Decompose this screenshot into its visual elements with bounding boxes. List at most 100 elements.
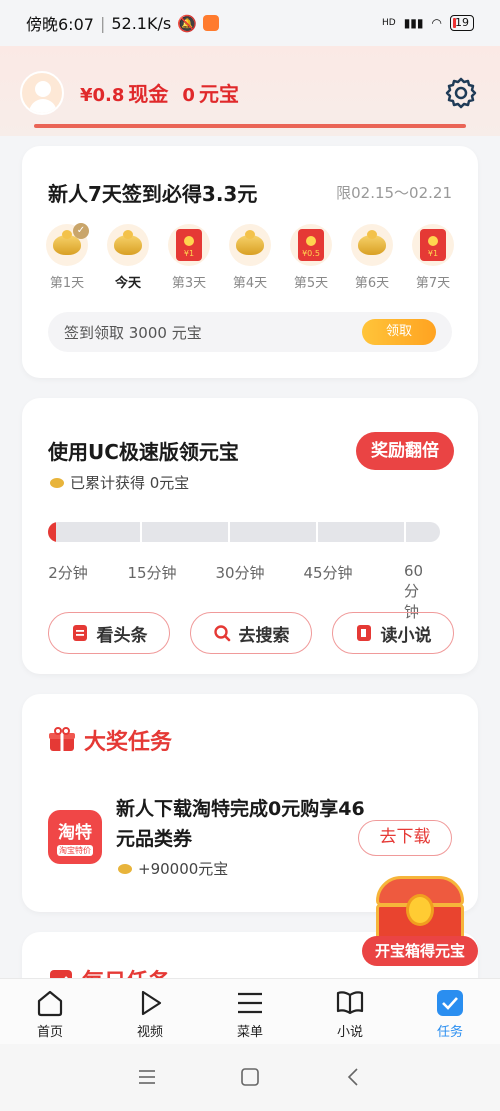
wifi-icon: ◠ [431, 16, 442, 30]
cash-label: 现金 [128, 82, 169, 106]
news-icon [72, 625, 87, 641]
read-news-button[interactable]: 看头条 [48, 612, 170, 654]
signin-day-label: 第7天 [415, 276, 451, 291]
open-chest-button[interactable]: 开宝箱得元宝 [362, 936, 478, 966]
nav-task[interactable]: 任务 [400, 979, 500, 1044]
nav-label: 首页 [36, 1025, 63, 1040]
earned-summary: 已累计获得 0元宝 [50, 472, 189, 493]
signin-day-label: 第5天 [293, 276, 329, 291]
nav-label: 小说 [336, 1025, 363, 1040]
signin-day-label: 第3天 [171, 276, 207, 291]
earned-text: 已累计获得 0元宝 [70, 474, 190, 492]
signal-icon: ▮▮▮ [403, 16, 424, 30]
system-nav-bar [0, 1044, 500, 1111]
ingot-icon [229, 224, 271, 266]
action-label: 读小说 [380, 625, 432, 646]
big-prize-header: 大奖任务 [48, 724, 172, 756]
wallet-summary[interactable]: ¥0.8 现金 0 元宝 [80, 78, 249, 107]
uc-usage-card: 使用UC极速版领元宝 奖励翻倍 已累计获得 0元宝 2分钟 15分钟 30分钟 … [22, 398, 478, 674]
status-time: 傍晚6:07 [26, 15, 94, 34]
ingot-icon [50, 477, 64, 488]
nav-home[interactable]: 首页 [0, 979, 100, 1044]
book-icon [356, 625, 371, 641]
ingot-amount: 0 [182, 85, 195, 106]
prize-task-reward: +90000元宝 [118, 858, 228, 879]
signin-day-5[interactable]: ¥0.5 第5天 [286, 224, 336, 291]
ingot-icon [351, 224, 393, 266]
treasure-chest-icon[interactable] [370, 876, 470, 940]
ingot-icon: ✓ [46, 223, 89, 266]
avatar[interactable] [20, 71, 64, 115]
download-button[interactable]: 去下载 [358, 820, 452, 856]
milestone-label: 2分钟 [48, 564, 88, 582]
milestone-label: 45分钟 [303, 564, 353, 582]
claim-button[interactable]: 领取 [362, 319, 436, 345]
go-search-button[interactable]: 去搜索 [190, 612, 312, 654]
signin-card: 新人7天签到必得3.3元 限02.15～02.21 ✓ 第1天 今天 ¥1 第3… [22, 146, 478, 378]
gift-icon [49, 727, 75, 751]
usage-progress-bar [48, 522, 440, 542]
red-envelope-icon: ¥0.5 [290, 224, 332, 266]
settings-gear-icon[interactable] [444, 76, 478, 110]
signal-label: HD [382, 18, 396, 28]
back-icon[interactable] [343, 1066, 365, 1088]
signin-date-range: 限02.15～02.21 [336, 184, 452, 202]
ingot-icon [107, 224, 149, 266]
signin-day-4[interactable]: 第4天 [225, 224, 275, 291]
nav-novel[interactable]: 小说 [300, 979, 400, 1044]
prize-task-title: 新人下载淘特完成0元购享46元品类券 [116, 798, 365, 850]
milestone-label: 30分钟 [215, 564, 265, 582]
network-speed: 52.1K/s [111, 13, 172, 33]
signin-day-1[interactable]: ✓ 第1天 [42, 223, 92, 291]
signin-title: 新人7天签到必得3.3元 [48, 182, 258, 206]
signin-day-7[interactable]: ¥1 第7天 [408, 224, 458, 291]
cash-amount: ¥0.8 [80, 85, 125, 106]
signin-bar-text: 签到领取 3000 元宝 [64, 323, 202, 342]
signin-day-label: 第1天 [49, 276, 85, 291]
double-reward-badge: 奖励翻倍 [356, 432, 454, 470]
uc-task-title: 使用UC极速版领元宝 [48, 440, 239, 464]
action-label: 看头条 [96, 625, 148, 646]
uc-actions: 看头条 去搜索 读小说 [48, 612, 454, 654]
header-divider [34, 124, 466, 128]
nav-label: 视频 [136, 1025, 163, 1040]
account-header: ¥0.8 现金 0 元宝 [0, 46, 500, 136]
nav-label: 菜单 [236, 1025, 263, 1040]
recent-apps-icon[interactable] [136, 1066, 158, 1088]
nav-menu[interactable]: 菜单 [200, 979, 300, 1044]
big-prize-title: 大奖任务 [84, 730, 173, 755]
read-novel-button[interactable]: 读小说 [332, 612, 454, 654]
ingot-label: 元宝 [198, 82, 239, 106]
progress-tick [404, 522, 406, 542]
app-notification-icon [203, 15, 220, 31]
nav-video[interactable]: 视频 [100, 979, 200, 1044]
home-button-icon[interactable] [239, 1066, 261, 1088]
play-icon [141, 990, 162, 1016]
red-envelope-icon: ¥1 [412, 224, 454, 266]
progress-tick [228, 522, 230, 542]
signin-day-label: 第4天 [232, 276, 268, 291]
progress-tick [140, 522, 142, 542]
home-icon [37, 990, 63, 1017]
bottom-nav: 首页 视频 菜单 小说 任务 [0, 978, 500, 1044]
nav-label: 任务 [436, 1025, 463, 1040]
signin-claim-bar: 签到领取 3000 元宝 领取 [48, 312, 452, 352]
battery-indicator: 19 [450, 15, 474, 31]
progress-fill [48, 522, 56, 542]
signin-day-today[interactable]: 今天 [103, 224, 153, 291]
progress-milestones: 2分钟 15分钟 30分钟 45分钟 60分钟 [48, 562, 440, 621]
progress-tick [316, 522, 318, 542]
signin-days: ✓ 第1天 今天 ¥1 第3天 第4天 ¥0.5 第5天 第6天 ¥1 第7天 [42, 223, 458, 291]
signin-day-3[interactable]: ¥1 第3天 [164, 224, 214, 291]
taote-app-logo: 淘特 淘宝特价 [48, 810, 102, 864]
book-icon [336, 991, 364, 1015]
red-envelope-icon: ¥1 [168, 224, 210, 266]
status-bar: 傍晚6:07 | 52.1K/s 🔕 HD ▮▮▮ ◠ 19 [0, 0, 500, 46]
milestone-label: 15分钟 [127, 564, 177, 582]
signin-day-label: 第6天 [354, 276, 390, 291]
mute-icon: 🔕 [177, 13, 198, 33]
menu-icon [238, 992, 262, 1014]
check-icon: ✓ [73, 223, 89, 239]
ingot-icon [118, 863, 132, 874]
signin-day-6[interactable]: 第6天 [347, 224, 397, 291]
